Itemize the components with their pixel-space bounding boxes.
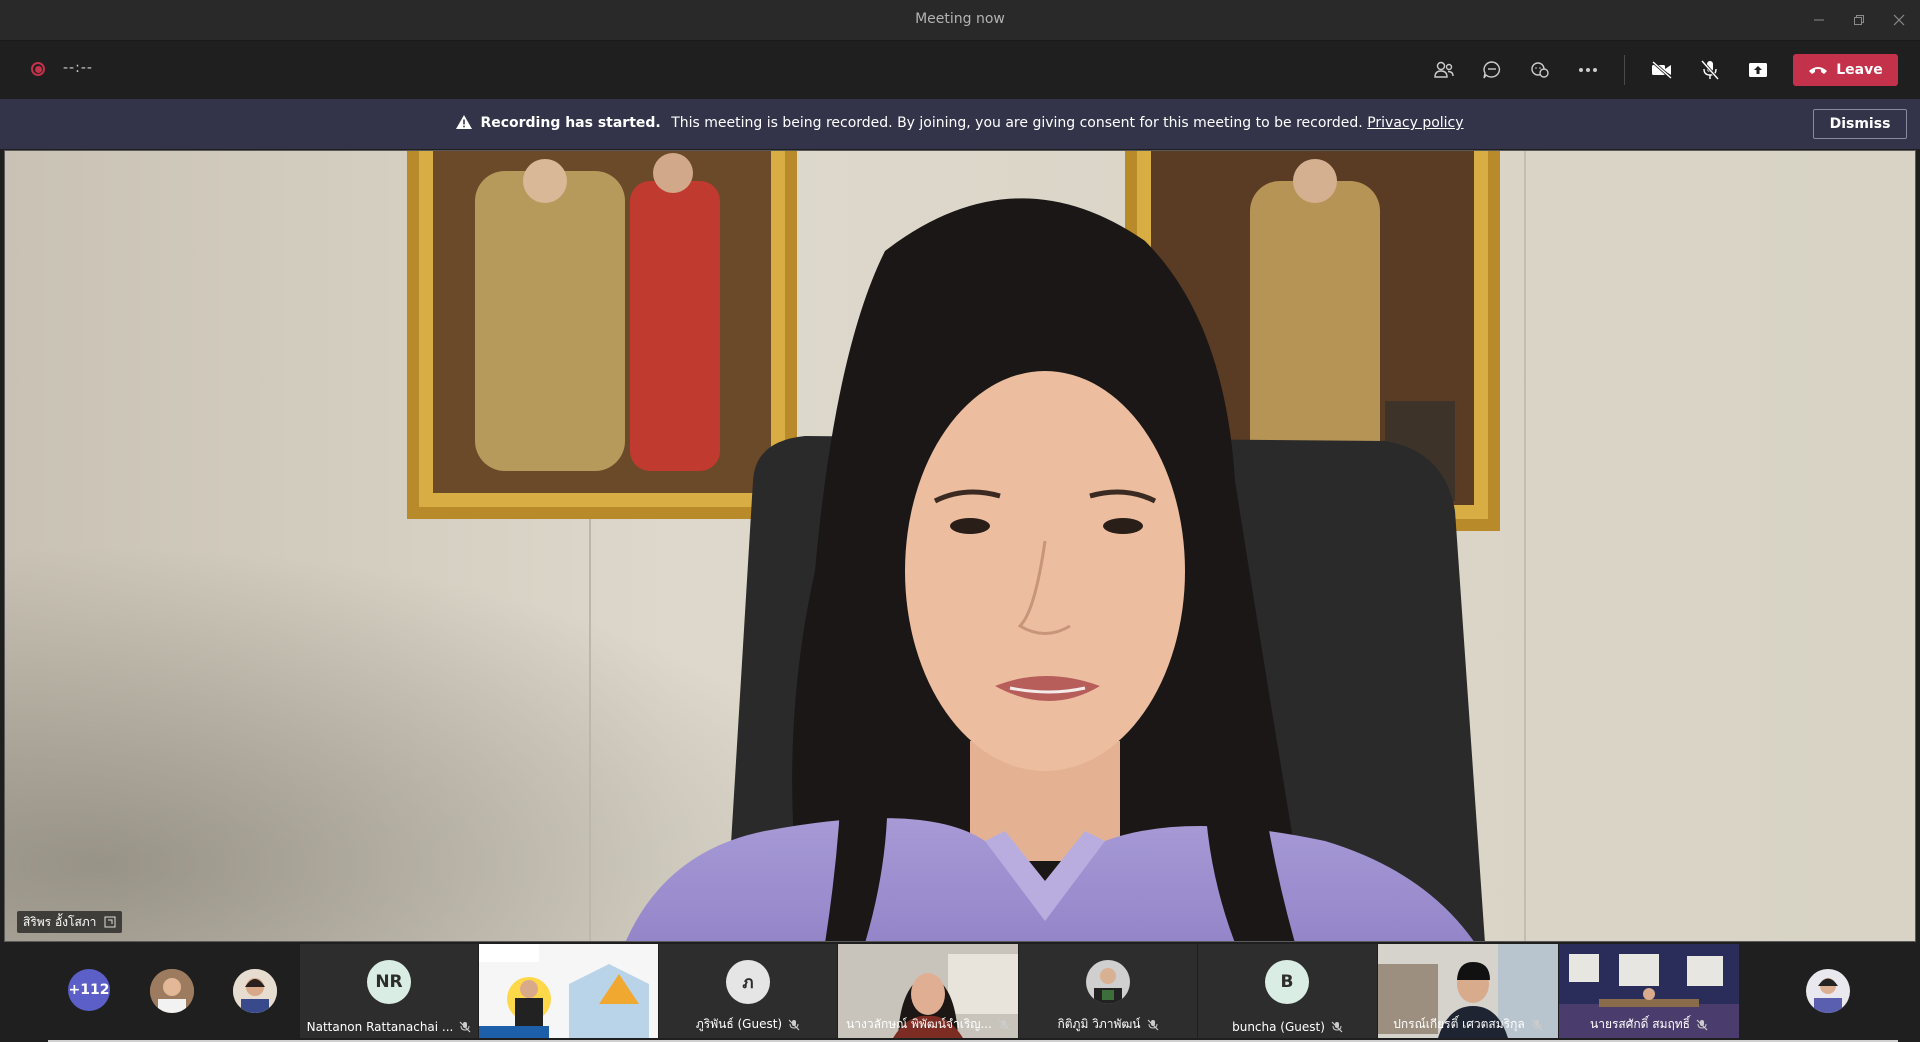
avatar bbox=[1086, 960, 1130, 1004]
share-screen-button[interactable] bbox=[1740, 54, 1776, 86]
mic-off-icon bbox=[1696, 1019, 1708, 1030]
phone-hangup-icon bbox=[1809, 67, 1828, 74]
window-title: Meeting now bbox=[915, 11, 1005, 27]
participant-name: buncha (Guest) bbox=[1232, 1020, 1325, 1034]
participant-tile[interactable]: NR Nattanon Rattanachai ... bbox=[300, 944, 478, 1038]
mic-off-icon bbox=[1147, 1019, 1158, 1030]
minimize-icon[interactable] bbox=[1806, 8, 1832, 32]
more-options-icon[interactable] bbox=[1570, 54, 1606, 86]
participant-name-row: นางวลักษณ์ พิพัฒน์จำเริญ... bbox=[838, 1015, 1018, 1034]
banner-text: This meeting is being recorded. By joini… bbox=[671, 115, 1363, 131]
mic-off-icon bbox=[998, 1019, 1010, 1030]
toolbar-divider bbox=[1624, 55, 1625, 85]
meeting-timer: --:-- bbox=[63, 60, 93, 76]
speaker-name: สิริพร อั้งโสภา bbox=[23, 914, 97, 929]
meeting-toolbar: --:-- Leave bbox=[0, 41, 1920, 99]
participant-name-row: นายรสศักดิ์ สมฤทธิ์ bbox=[1559, 1015, 1739, 1034]
participant-name: กิติภูมิ วิภาพัฒน์ bbox=[1057, 1017, 1141, 1031]
banner-heading: Recording has started. bbox=[480, 115, 661, 131]
participant-name: ปกรณ์เกียรติ์ เศวตสมริกุล bbox=[1393, 1017, 1525, 1031]
participant-name: Nattanon Rattanachai ... bbox=[306, 1020, 454, 1034]
mic-off-icon bbox=[459, 1021, 471, 1033]
speaker-name-tag: สิริพร อั้งโสภา bbox=[17, 911, 123, 933]
banner-message: Recording has started. This meeting is b… bbox=[0, 115, 1920, 131]
avatar[interactable] bbox=[233, 969, 277, 1013]
participant-name-row: กิติภูมิ วิภาพัฒน์ bbox=[1019, 1015, 1197, 1034]
participant-name-row: buncha (Guest) bbox=[1198, 1020, 1377, 1034]
participant-video-tile[interactable]: นางวลักษณ์ พิพัฒน์จำเริญ... bbox=[838, 944, 1018, 1038]
chat-button[interactable] bbox=[1474, 54, 1510, 86]
participant-name: ภูริพันธ์ (Guest) bbox=[695, 1017, 783, 1031]
avatar-initials: B bbox=[1265, 960, 1309, 1004]
close-icon[interactable] bbox=[1886, 8, 1912, 32]
warning-icon bbox=[456, 115, 473, 129]
avatar[interactable] bbox=[1806, 969, 1850, 1013]
avatar-initials: NR bbox=[367, 960, 411, 1004]
mic-off-icon bbox=[1531, 1019, 1543, 1030]
participant-video-tile[interactable]: นายรสศักดิ์ สมฤทธิ์ bbox=[1559, 944, 1739, 1038]
mic-off-button[interactable] bbox=[1692, 54, 1728, 86]
mic-off-icon bbox=[1331, 1021, 1343, 1033]
recording-indicator-icon bbox=[31, 62, 45, 76]
participant-video-tile[interactable]: ปกรณ์เกียรติ์ เศวตสมริกุล bbox=[1378, 944, 1558, 1038]
participant-name-row: ปกรณ์เกียรติ์ เศวตสมริกุล bbox=[1378, 1015, 1558, 1034]
video-thumbnail bbox=[479, 944, 658, 1038]
participant-tile[interactable]: กิติภูมิ วิภาพัฒน์ bbox=[1019, 944, 1197, 1038]
leave-button[interactable]: Leave bbox=[1793, 54, 1898, 86]
camera-off-button[interactable] bbox=[1644, 54, 1680, 86]
participant-name: นางวลักษณ์ พิพัฒน์จำเริญ... bbox=[846, 1017, 992, 1031]
participant-name-row: Nattanon Rattanachai ... bbox=[300, 1020, 478, 1034]
main-video[interactable]: สิริพร อั้งโสภา bbox=[4, 150, 1916, 942]
avatar-initials: ภ bbox=[726, 960, 770, 1004]
participants-button[interactable] bbox=[1426, 54, 1462, 86]
mic-off-icon bbox=[788, 1019, 800, 1030]
pin-icon bbox=[104, 916, 116, 928]
overflow-count-badge[interactable]: +112 bbox=[68, 969, 110, 1011]
participant-name: นายรสศักดิ์ สมฤทธิ์ bbox=[1590, 1017, 1690, 1031]
dismiss-button[interactable]: Dismiss bbox=[1813, 109, 1907, 139]
participant-tile[interactable]: ภ ภูริพันธ์ (Guest) bbox=[659, 944, 837, 1038]
avatar[interactable] bbox=[150, 969, 194, 1013]
participant-tile[interactable]: B buncha (Guest) bbox=[1198, 944, 1377, 1038]
leave-label: Leave bbox=[1836, 62, 1883, 78]
reactions-button[interactable] bbox=[1522, 54, 1558, 86]
recording-banner: Recording has started. This meeting is b… bbox=[0, 99, 1920, 149]
restore-icon[interactable] bbox=[1846, 8, 1872, 32]
participant-video-tile[interactable] bbox=[479, 944, 658, 1038]
portrait-frame-left bbox=[407, 151, 797, 519]
participant-name-row: ภูริพันธ์ (Guest) bbox=[659, 1015, 837, 1034]
participant-strip: +112 NR Nattanon Rattanachai ... ภ ภูริพ… bbox=[0, 944, 1920, 1042]
privacy-policy-link[interactable]: Privacy policy bbox=[1367, 115, 1463, 131]
speaker-video-frame bbox=[5, 151, 1915, 941]
title-bar: Meeting now bbox=[0, 0, 1920, 41]
